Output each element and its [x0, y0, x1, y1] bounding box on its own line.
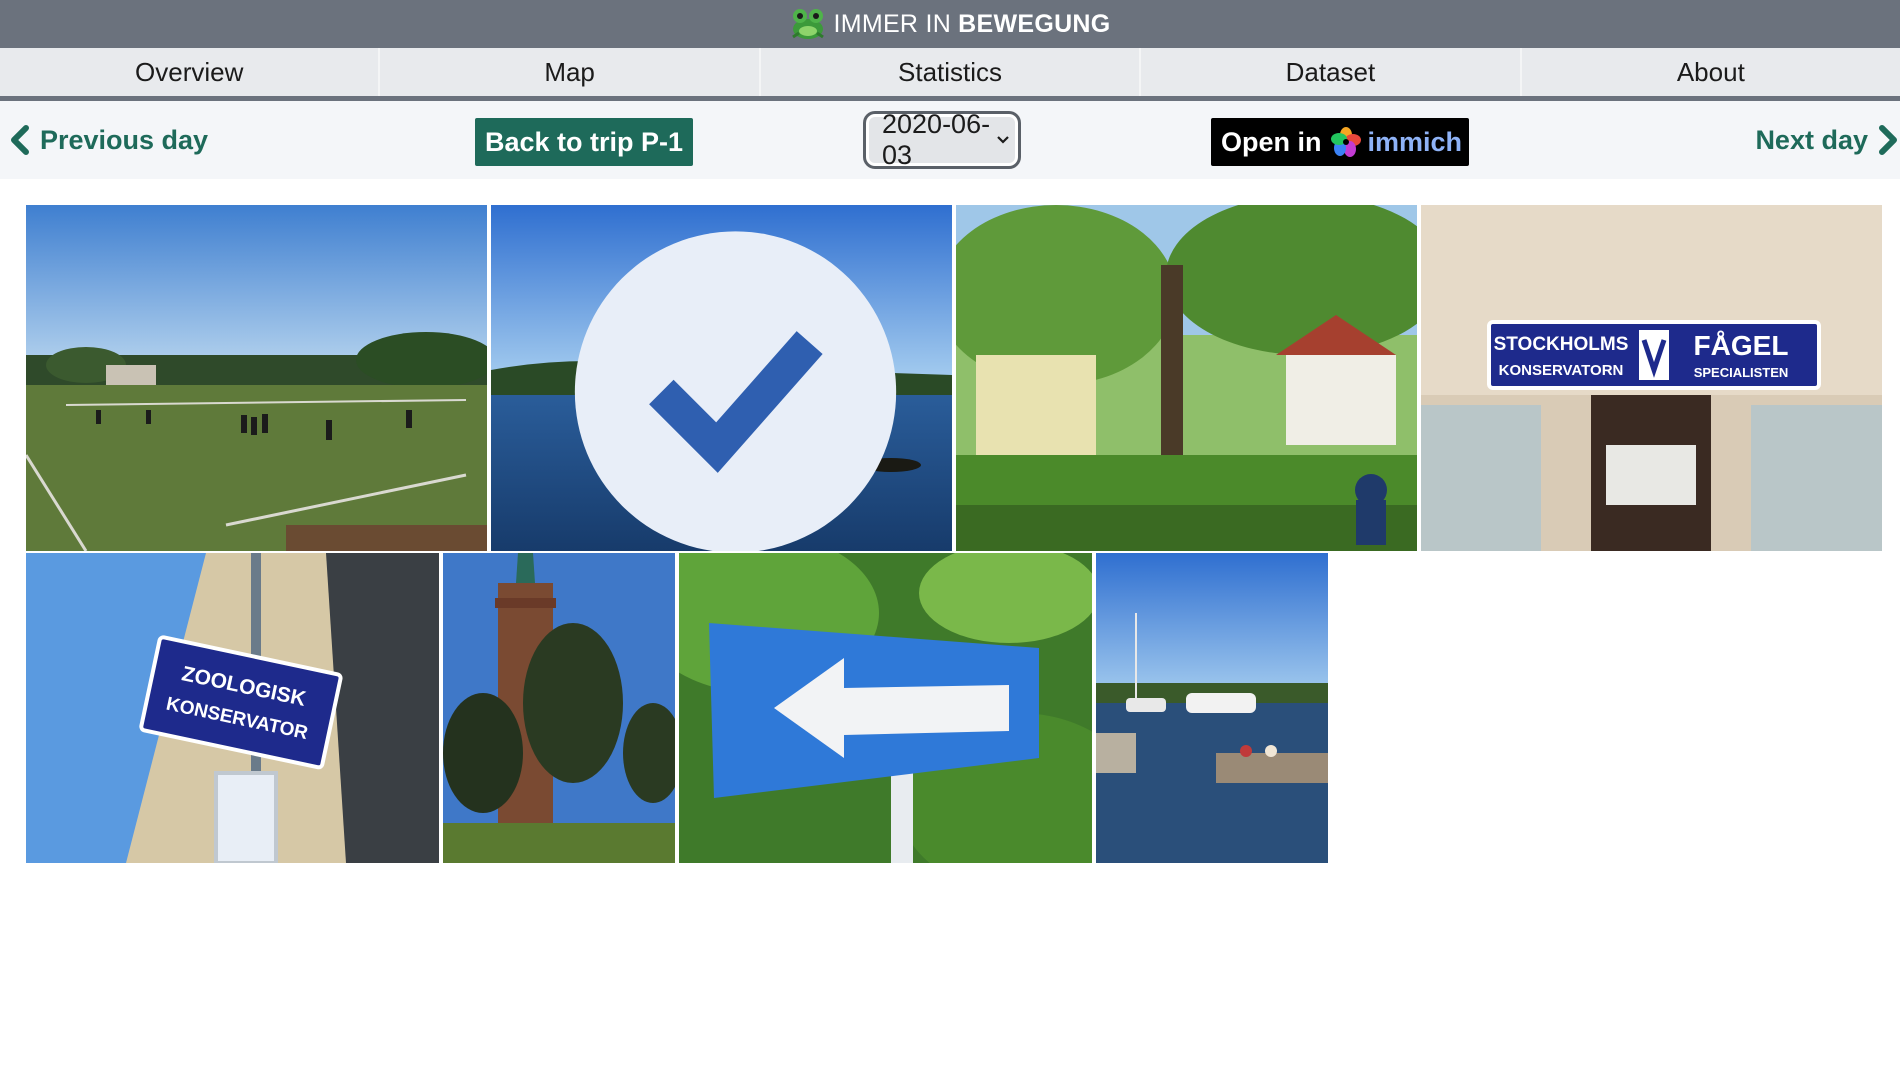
- photo-zoologisk-sign: ZOOLOGISK KONSERVATOR: [26, 553, 439, 863]
- back-to-trip-button[interactable]: Back to trip P-1: [475, 118, 694, 166]
- next-day-label: Next day: [1755, 124, 1868, 155]
- photo-shop-sign: STOCKHOLMS KONSERVATORN FÅGEL SPECIALIST…: [1421, 205, 1882, 551]
- chevron-right-icon: [1879, 125, 1897, 155]
- photo-thumbnail[interactable]: [679, 553, 1092, 863]
- chevron-down-icon: [997, 136, 1009, 144]
- photo-one-way-sign: [679, 553, 1092, 863]
- tab-statistics[interactable]: Statistics: [761, 48, 1142, 96]
- date-select[interactable]: 2020-06-03: [863, 109, 1021, 170]
- tab-map[interactable]: Map: [380, 48, 761, 96]
- previous-day-link[interactable]: Previous day: [8, 101, 208, 179]
- photo-football-pitch: [26, 205, 487, 551]
- selected-check-icon[interactable]: [505, 219, 952, 551]
- main-nav: Overview Map Statistics Dataset About: [0, 48, 1900, 101]
- day-toolbar: Previous day Back to trip P-1 2020-06-03…: [0, 101, 1900, 179]
- sign-text-fagel: FÅGEL: [1694, 330, 1789, 361]
- brand-name-part2: BEWEGUNG: [958, 9, 1111, 38]
- previous-day-label: Previous day: [40, 124, 209, 155]
- frog-icon: [792, 9, 825, 39]
- photo-thumbnail[interactable]: STOCKHOLMS KONSERVATORN FÅGEL SPECIALIST…: [1421, 205, 1882, 551]
- brand-name-part1: IMMER IN: [833, 9, 952, 38]
- photo-marina: [1096, 553, 1328, 863]
- photo-thumbnail[interactable]: [1096, 553, 1328, 863]
- photo-thumbnail[interactable]: [26, 205, 487, 551]
- chevron-left-icon: [11, 125, 29, 155]
- sign-text-specialisten: SPECIALISTEN: [1694, 365, 1789, 380]
- photo-villa-garden: [956, 205, 1417, 551]
- open-in-immich-button[interactable]: Open in immich: [1211, 118, 1469, 166]
- tab-about[interactable]: About: [1522, 48, 1900, 96]
- immich-logo-icon: [1330, 127, 1361, 157]
- photo-brick-tower: [443, 553, 675, 863]
- tab-dataset[interactable]: Dataset: [1141, 48, 1522, 96]
- photo-thumbnail[interactable]: [443, 553, 675, 863]
- photo-thumbnail[interactable]: [491, 205, 952, 551]
- sign-text-stockholms: STOCKHOLMS: [1494, 334, 1629, 355]
- immich-label: immich: [1367, 126, 1463, 157]
- photo-thumbnail[interactable]: [956, 205, 1417, 551]
- tab-overview[interactable]: Overview: [0, 48, 381, 96]
- sign-text-konservatorn: KONSERVATORN: [1499, 362, 1624, 379]
- next-day-link[interactable]: Next day: [1755, 101, 1900, 179]
- open-in-label: Open in: [1221, 126, 1322, 157]
- photo-thumbnail[interactable]: ZOOLOGISK KONSERVATOR: [26, 553, 439, 863]
- site-header: IMMER IN BEWEGUNG: [0, 0, 1900, 48]
